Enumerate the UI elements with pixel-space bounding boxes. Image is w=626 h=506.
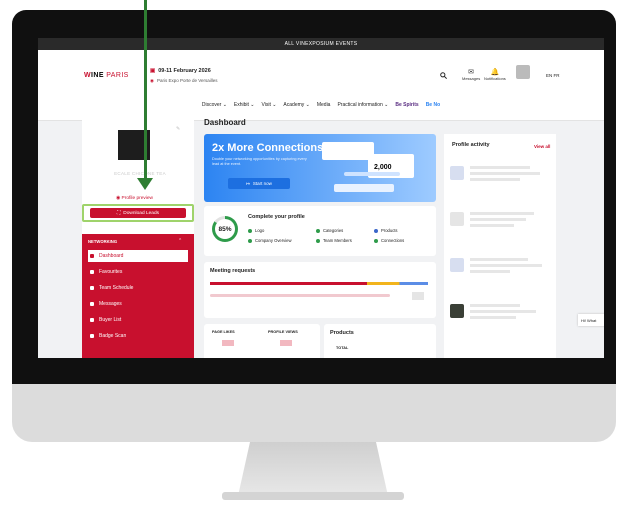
location-pin-icon: ◉: [150, 78, 154, 83]
monitor-stand: [238, 442, 388, 496]
heart-icon: [90, 270, 94, 274]
profile-views-value: [280, 340, 292, 346]
notifications-button[interactable]: 🔔 Notifications: [484, 68, 506, 81]
download-icon: ⛶: [116, 211, 121, 216]
progress-ring: 85%: [212, 216, 238, 242]
check-icon: [316, 238, 320, 243]
activity-thumbnail: [450, 212, 464, 226]
check-team-members: Team Members: [316, 238, 352, 243]
view-all-link[interactable]: View all: [534, 144, 550, 149]
calendar-icon: [90, 286, 94, 290]
calendar-icon: ▣: [150, 68, 156, 74]
event-dates: ▣ 09-11 February 2026: [150, 68, 211, 74]
language-switch[interactable]: EN FR: [546, 73, 560, 78]
activity-item[interactable]: [450, 160, 550, 198]
nav-academy[interactable]: Academy ⌄: [283, 102, 309, 108]
complete-profile-title: Complete your profile: [248, 214, 305, 220]
check-icon: [248, 238, 252, 243]
company-name: ECALE CHICONE TEA: [114, 171, 166, 176]
check-logo: Logo: [248, 228, 264, 233]
check-company-overview: Company Overview: [248, 238, 292, 243]
banner-subtitle: Double your networking opportunities by …: [212, 157, 307, 166]
monitor-chin: [12, 384, 616, 442]
screen: ALL VINEXPOSIUM EVENTS WINE PARIS ▣ 09-11…: [38, 38, 604, 358]
menu-header[interactable]: NETWORKING: [88, 239, 117, 244]
menu-item-team-schedule[interactable]: Team Schedule: [88, 282, 188, 294]
activity-item[interactable]: [450, 252, 550, 290]
nav-be-no[interactable]: Be No: [426, 102, 440, 108]
search-icon[interactable]: [440, 72, 447, 79]
meeting-requests-bar: [210, 282, 428, 285]
menu-item-favourites[interactable]: Favourites: [88, 266, 188, 278]
avatar[interactable]: [516, 65, 530, 79]
dashboard-icon: [90, 254, 94, 258]
banner-illustration-bar: [334, 184, 394, 192]
edit-icon[interactable]: ✎: [176, 126, 180, 132]
meeting-requests-card: Meeting requests: [204, 262, 436, 318]
nav-visit[interactable]: Visit ⌄: [261, 102, 276, 108]
meeting-legend: [210, 294, 390, 297]
banner-illustration-card: [322, 142, 374, 160]
activity-item[interactable]: [450, 298, 550, 336]
banner-title: 2x More Connections: [212, 142, 324, 154]
products-card: Products TOTAL: [324, 324, 436, 358]
activity-item[interactable]: [450, 206, 550, 244]
event-venue: ◉ Paris Expo Porte de Versailles: [150, 78, 218, 83]
activity-thumbnail: [450, 258, 464, 272]
networking-menu: NETWORKING ⌃ Dashboard Favourites Team S…: [82, 234, 194, 358]
chat-widget[interactable]: Hi! What: [578, 314, 604, 326]
nav-be-spirits[interactable]: Be Spirits: [395, 102, 418, 108]
page-title: Dashboard: [204, 118, 246, 127]
check-connections: Connections: [374, 238, 404, 243]
nav-practical-information[interactable]: Practical information ⌄: [337, 102, 388, 108]
profile-activity-title: Profile activity: [452, 142, 490, 148]
products-title: Products: [330, 330, 354, 336]
arrow-right-icon: ↦: [246, 180, 250, 186]
nav-exhibit[interactable]: Exhibit ⌄: [234, 102, 255, 108]
profile-preview-link[interactable]: ◉ Profile preview: [116, 196, 153, 201]
envelope-icon: [90, 302, 94, 306]
wine-paris-logo[interactable]: WINE PARIS: [84, 72, 129, 79]
monitor-base: [222, 492, 404, 500]
messages-button[interactable]: ✉ Messages: [462, 68, 480, 81]
menu-item-dashboard[interactable]: Dashboard: [88, 250, 188, 262]
activity-thumbnail: [450, 304, 464, 318]
profile-views-label: PROFILE VIEWS: [268, 330, 298, 334]
products-total-label: TOTAL: [336, 346, 349, 350]
nav-media[interactable]: Media: [317, 102, 331, 108]
page-likes-value: [222, 340, 234, 346]
promo-banner: 2x More Connections Double your networki…: [204, 134, 436, 202]
menu-item-badge-scan[interactable]: Badge Scan: [88, 330, 188, 342]
meeting-requests-title: Meeting requests: [210, 268, 256, 274]
pending-icon: [374, 228, 378, 233]
activity-thumbnail: [450, 166, 464, 180]
download-leads-button[interactable]: ⛶ Download Leads: [90, 208, 186, 218]
menu-item-buyer-list[interactable]: Buyer List: [88, 314, 188, 326]
start-now-button[interactable]: ↦ Start now: [228, 178, 290, 189]
menu-item-messages[interactable]: Messages: [88, 298, 188, 310]
envelope-icon: ✉: [468, 69, 475, 76]
bell-icon: 🔔: [490, 69, 500, 76]
chevron-up-icon[interactable]: ⌃: [178, 238, 182, 244]
scan-icon: [90, 334, 94, 338]
check-icon: [316, 228, 320, 233]
meeting-total: [412, 292, 424, 300]
check-categories: Categories: [316, 228, 343, 233]
annotation-arrow: [144, 0, 147, 184]
page-likes-label: PAGE LIKES: [212, 330, 235, 334]
stats-card: PAGE LIKES PROFILE VIEWS: [204, 324, 320, 358]
main-nav: Discover ⌄ Exhibit ⌄ Visit ⌄ Academy ⌄ M…: [38, 102, 604, 108]
check-icon: [248, 228, 252, 233]
profile-activity-panel: Profile activity View all: [444, 134, 556, 358]
annotation-arrow-head: [137, 178, 153, 190]
progress-value: 85%: [215, 219, 235, 239]
complete-profile-card: 85% Complete your profile Logo Categorie…: [204, 206, 436, 256]
check-products: Products: [374, 228, 398, 233]
users-icon: [90, 318, 94, 322]
events-bar[interactable]: ALL VINEXPOSIUM EVENTS: [38, 38, 604, 50]
banner-illustration-bar: [344, 172, 400, 176]
check-icon: [374, 238, 378, 243]
site-header: WINE PARIS ▣ 09-11 February 2026 ◉ Paris E…: [38, 50, 604, 121]
nav-discover[interactable]: Discover ⌄: [202, 102, 227, 108]
